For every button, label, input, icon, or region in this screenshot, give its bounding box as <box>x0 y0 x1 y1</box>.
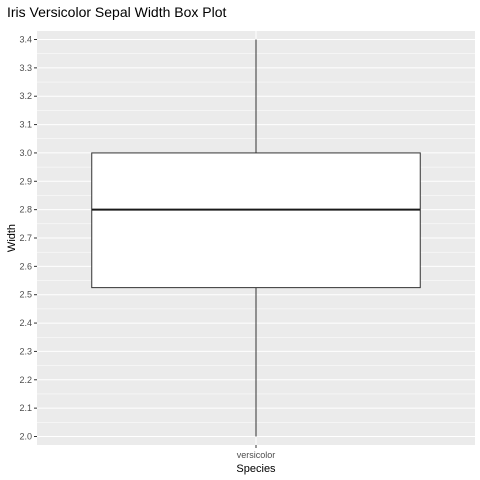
box-plot-chart: 2.0 2.1 2.2 2.3 2.4 2.5 2.6 2.7 2.8 2.9 3.0 3.1 3.2 3… <box>6 4 475 475</box>
y-tick-label: 2.3 <box>19 346 32 356</box>
y-tick-label: 2.7 <box>19 233 32 243</box>
y-axis-ticks: 2.0 2.1 2.2 2.3 2.4 2.5 2.6 2.7 2.8 2.9 3.0 3.1 3.2 3… <box>19 35 37 441</box>
y-tick-label: 3.0 <box>19 148 32 158</box>
y-tick-label: 3.3 <box>19 63 32 73</box>
y-tick-label: 2.0 <box>19 431 32 441</box>
y-tick-label: 2.9 <box>19 176 32 186</box>
y-tick-label: 2.4 <box>19 318 32 328</box>
y-tick-label: 2.1 <box>19 403 32 413</box>
y-tick-label: 3.4 <box>19 35 32 45</box>
y-tick-label: 2.6 <box>19 261 32 271</box>
box-iqr <box>91 152 421 289</box>
y-axis-title: Width <box>6 224 18 252</box>
chart-title: Iris Versicolor Sepal Width Box Plot <box>7 4 227 20</box>
x-tick-label: versicolor <box>237 450 276 460</box>
y-tick-label: 3.2 <box>19 91 32 101</box>
y-tick-label: 2.2 <box>19 375 32 385</box>
x-axis-ticks: versicolor <box>237 445 276 460</box>
y-tick-label: 2.8 <box>19 205 32 215</box>
y-tick-label: 3.1 <box>19 120 32 130</box>
x-axis-title: Species <box>236 463 276 475</box>
y-tick-label: 2.5 <box>19 290 32 300</box>
